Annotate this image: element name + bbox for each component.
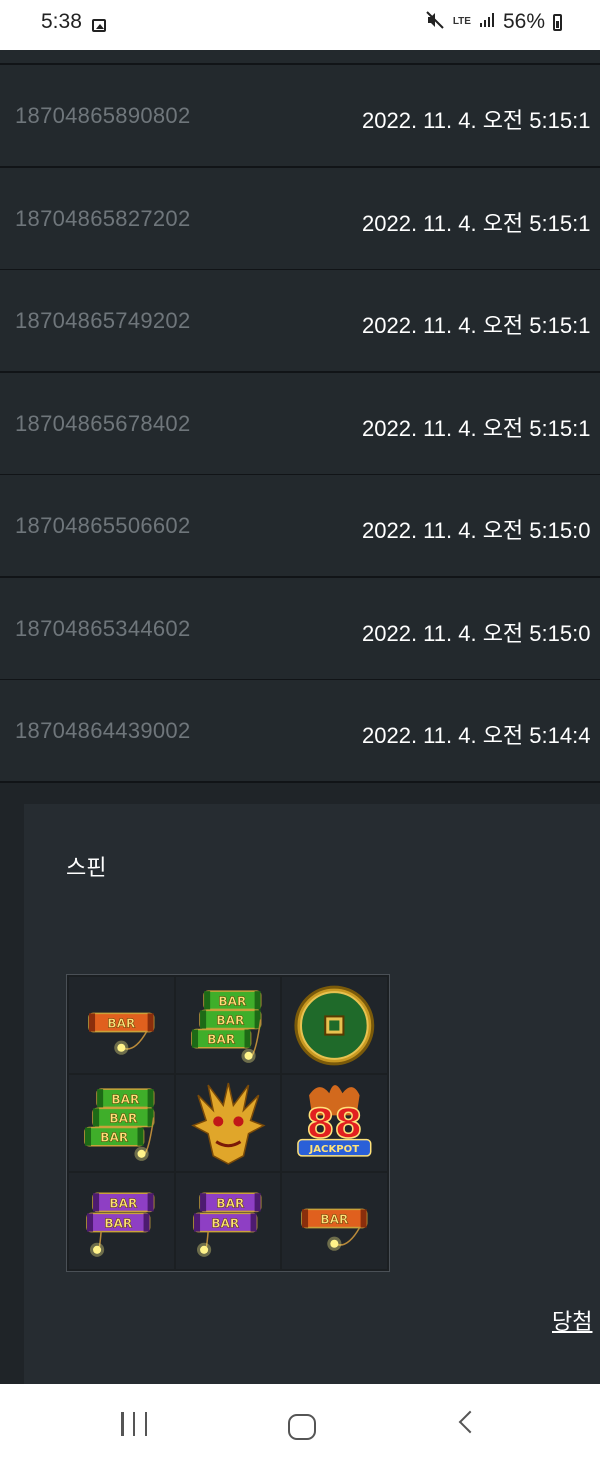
bar-triple-green-icon: BAR BAR BAR <box>175 977 281 1073</box>
gallery-icon <box>92 19 106 32</box>
battery-icon <box>553 13 562 31</box>
table-row[interactable]: 18704865890802 2022. 11. 4. 오전 5:15:1 <box>0 65 600 168</box>
gold-coin-icon <box>282 977 387 1073</box>
table-row-partial <box>0 50 600 65</box>
round-time: 2022. 11. 4. 오전 5:15:0 <box>362 620 591 646</box>
status-time: 5:38 <box>41 10 82 33</box>
network-type: LTE <box>452 16 471 27</box>
svg-text:BAR: BAR <box>321 1213 350 1227</box>
table-row[interactable]: 18704865827202 2022. 11. 4. 오전 5:15:1 <box>0 167 600 271</box>
svg-text:BAR: BAR <box>100 1131 129 1145</box>
golden-dragon-icon <box>175 1075 281 1171</box>
spin-detail-panel: 스핀 BAR BAR BAR BAR BAR BAR BAR 88 JACKPO… <box>24 804 600 1384</box>
mute-icon <box>425 11 445 33</box>
round-time: 2022. 11. 4. 오전 5:15:1 <box>362 108 591 133</box>
status-bar: 5:38 LTE 56% <box>0 0 600 50</box>
round-time: 2022. 11. 4. 오전 5:15:1 <box>362 210 591 236</box>
bar-triple-green-icon: BAR BAR BAR <box>69 1075 174 1171</box>
round-id: 18704865506602 <box>15 513 191 538</box>
round-id: 18704865678402 <box>15 410 191 436</box>
table-row[interactable]: 18704864439002 2022. 11. 4. 오전 5:14:4 <box>0 680 600 783</box>
round-id: 18704865890802 <box>15 103 191 128</box>
table-row[interactable]: 18704865344602 2022. 11. 4. 오전 5:15:0 <box>0 577 600 681</box>
round-id: 18704864439002 <box>15 718 191 743</box>
svg-text:BAR: BAR <box>216 1196 245 1210</box>
battery-percent: 56% <box>502 10 545 33</box>
svg-text:BAR: BAR <box>111 1092 140 1106</box>
table-row[interactable]: 18704865678402 2022. 11. 4. 오전 5:15:1 <box>0 372 600 476</box>
content-area: 18704865890802 2022. 11. 4. 오전 5:15:1 1870… <box>0 50 600 1384</box>
round-time: 2022. 11. 4. 오전 5:14:4 <box>362 723 591 748</box>
win-link[interactable]: 당첨 <box>552 1304 592 1336</box>
round-time: 2022. 11. 4. 오전 5:15:0 <box>362 518 591 543</box>
table-row[interactable]: 18704865506602 2022. 11. 4. 오전 5:15:0 <box>0 475 600 578</box>
bar-double-purple-icon: BAR BAR <box>69 1173 174 1269</box>
round-id: 18704865749202 <box>15 308 191 333</box>
recent-apps-button[interactable] <box>121 1412 147 1438</box>
svg-text:BAR: BAR <box>211 1217 240 1231</box>
svg-text:BAR: BAR <box>109 1196 138 1210</box>
bar-single-orange-icon: BAR <box>282 1173 387 1269</box>
svg-text:BAR: BAR <box>216 1013 245 1027</box>
status-right: LTE 56% <box>425 10 562 34</box>
slot-result-grid: BAR BAR BAR BAR BAR BAR BAR 88 JACKPOT B… <box>66 974 390 1272</box>
round-id: 18704865827202 <box>15 205 191 231</box>
bar-single-orange-icon: BAR <box>69 977 174 1073</box>
jackpot-88-icon: 88 JACKPOT <box>282 1075 387 1171</box>
spin-label: 스핀 <box>66 856 107 881</box>
bar-double-purple-icon: BAR BAR <box>175 1173 281 1269</box>
svg-text:BAR: BAR <box>109 1111 138 1125</box>
svg-text:BAR: BAR <box>207 1033 236 1047</box>
svg-text:JACKPOT: JACKPOT <box>309 1144 360 1155</box>
round-id: 18704865344602 <box>15 615 191 641</box>
table-row[interactable]: 18704865749202 2022. 11. 4. 오전 5:15:1 <box>0 270 600 373</box>
signal-icon <box>479 12 495 32</box>
svg-text:BAR: BAR <box>104 1217 133 1231</box>
round-time: 2022. 11. 4. 오전 5:15:1 <box>362 313 591 338</box>
home-button[interactable] <box>288 1414 316 1440</box>
svg-text:BAR: BAR <box>218 994 247 1008</box>
round-time: 2022. 11. 4. 오전 5:15:1 <box>362 415 591 441</box>
svg-text:BAR: BAR <box>107 1017 136 1031</box>
